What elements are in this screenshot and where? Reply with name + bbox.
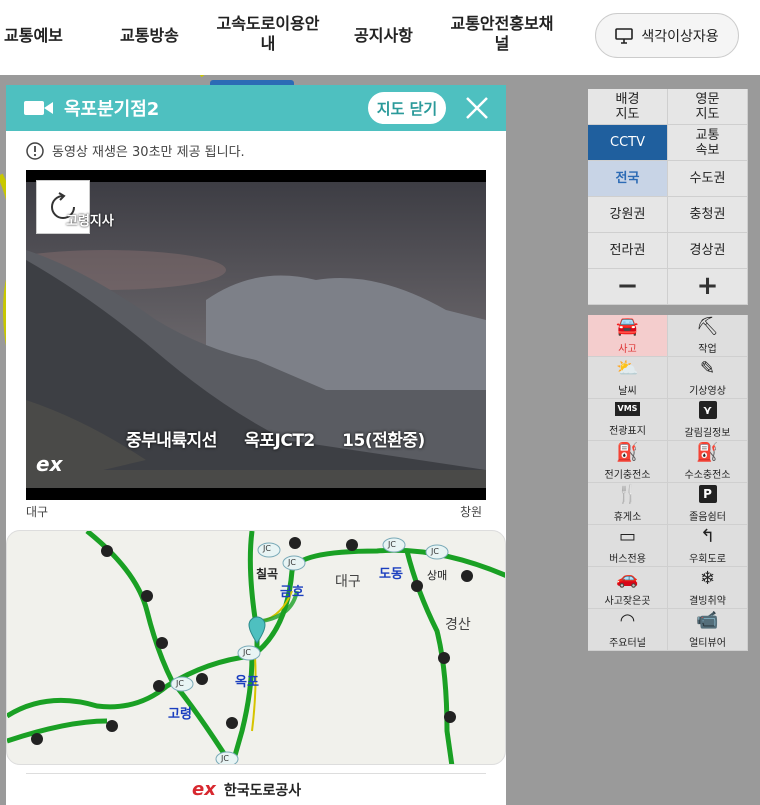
layer-traffic-news[interactable]: 교통 속보 [668, 125, 748, 161]
monitor-icon [615, 27, 634, 44]
layer-bus-lane[interactable]: ▭ 버스전용 [588, 525, 668, 567]
hydrogen-icon: ⛽ [696, 442, 719, 463]
popup-footer: ex 한국도로공사 [192, 779, 301, 800]
nav-traffic-broadcast[interactable]: 교통방송 [120, 26, 179, 46]
region-national[interactable]: 전국 [588, 161, 668, 197]
map-label-geumho: 금호 [280, 585, 304, 600]
jc-label: JC [263, 544, 271, 553]
map-label-dodong: 도동 [379, 567, 403, 582]
layer-toggle-grid: 배경 지도 영문 지도 CCTV 교통 속보 전국 수도권 강원권 충청권 전라… [588, 89, 748, 305]
mini-map[interactable]: JC JC JC JC JC JC JC 칠곡 금호 대구 도동 상매 경산 옥… [6, 530, 506, 765]
map-label-goryeong: 고령 [168, 707, 192, 722]
footer-divider [26, 773, 486, 774]
map-label-sangmae: 상매 [427, 569, 448, 582]
ice-icon: ❄ [699, 568, 716, 589]
layer-cctv[interactable]: CCTV [588, 125, 668, 161]
zoom-out-button[interactable]: − [588, 269, 668, 305]
nav-notices[interactable]: 공지사항 [354, 26, 413, 46]
layer-ice[interactable]: ❄ 결빙취약 [668, 567, 748, 609]
info-icon [26, 141, 44, 160]
colorblind-mode-button[interactable]: 색각이상자용 [595, 13, 739, 58]
layer-junction[interactable]: ⋎ 갈림길정보 [668, 399, 748, 441]
colorblind-mode-label: 색각이상자용 [641, 28, 719, 45]
cctv-popup: 옥포분기점2 지도 닫기 동영상 재생은 30초만 제공 됩니다. 고령지사 중… [6, 85, 506, 805]
nav-traffic-forecast[interactable]: 교통예보 [4, 26, 63, 46]
direction-right: 창원 [460, 505, 483, 519]
jc-label: JC [221, 754, 229, 763]
weather-icon: ⛅ [616, 358, 639, 379]
region-gyeongsang[interactable]: 경상권 [668, 233, 748, 269]
work-icon: ⛏ [696, 316, 719, 337]
jc-label: JC [176, 679, 184, 688]
jc-label: JC [288, 558, 296, 567]
layer-ev-charger[interactable]: ⛽ 전기충전소 [588, 441, 668, 483]
layer-hydrogen[interactable]: ⛽ 수소충전소 [668, 441, 748, 483]
nav-safety-channel[interactable]: 교통안전홍보채널 [446, 14, 558, 54]
camera-logo: ex [36, 452, 63, 476]
region-jeolla[interactable]: 전라권 [588, 233, 668, 269]
popup-header: 옥포분기점2 지도 닫기 [6, 85, 506, 131]
close-map-button[interactable]: 지도 닫기 [368, 92, 446, 124]
jc-label: JC [431, 547, 439, 556]
map-label-gyeongsan: 경산 [445, 617, 471, 633]
camera-overlay-top: 고령지사 [66, 214, 114, 229]
close-icon[interactable] [462, 93, 492, 123]
region-capital[interactable]: 수도권 [668, 161, 748, 197]
ev-charger-icon: ⛽ [616, 442, 639, 463]
camera-caption: 중부내륙지선 옥포JCT2 15(전환중) [126, 431, 425, 451]
layer-weather-video[interactable]: ✎ 기상영상 [668, 357, 748, 399]
jc-label: JC [388, 540, 396, 549]
weather-video-icon: ✎ [699, 358, 716, 379]
detour-icon: ↰ [699, 526, 716, 547]
direction-left: 대구 [26, 505, 49, 519]
layer-english-map[interactable]: 영문 지도 [668, 89, 748, 125]
video-camera-icon [24, 101, 53, 115]
layer-cctv-viewer[interactable]: 📹 얼티뷰어 [668, 609, 748, 651]
layer-tunnel[interactable]: ◠ 주요터널 [588, 609, 668, 651]
region-gangwon[interactable]: 강원권 [588, 197, 668, 233]
layer-work[interactable]: ⛏ 작업 [668, 315, 748, 357]
accident-icon: 🚘 [616, 316, 639, 337]
layer-accident[interactable]: 🚘 사고 [588, 315, 668, 357]
cctv-viewer-icon: 📹 [696, 610, 719, 631]
layer-rest-area[interactable]: 🍴 휴게소 [588, 483, 668, 525]
footer-org-name: 한국도로공사 [223, 782, 302, 799]
region-chungcheong[interactable]: 충청권 [668, 197, 748, 233]
map-label-okpo: 옥포 [235, 675, 259, 690]
playback-notice: 동영상 재생은 30초만 제공 됩니다. [26, 141, 245, 160]
bus-icon: ▭ [618, 526, 636, 547]
layer-vms[interactable]: VMS 전광표지 [588, 399, 668, 441]
zoom-in-button[interactable]: + [668, 269, 748, 305]
layer-base-map[interactable]: 배경 지도 [588, 89, 668, 125]
map-label-chilgok: 칠곡 [256, 567, 279, 581]
jc-label: JC [243, 648, 251, 657]
layer-detour[interactable]: ↰ 우회도로 [668, 525, 748, 567]
accident-prone-icon: 🚗 [616, 568, 639, 589]
map-icon-grid: 🚘 사고 ⛏ 작업 ⛅ 날씨 ✎ 기상영상 VMS 전광표지 ⋎ 갈림길정보 ⛽… [588, 315, 748, 651]
rest-area-icon: 🍴 [616, 484, 639, 505]
map-label-daegu: 대구 [335, 574, 361, 590]
vms-icon: VMS [614, 402, 641, 416]
ex-logo-icon: ex [192, 779, 216, 800]
layer-drowsy-shelter[interactable]: P 졸음쉼터 [668, 483, 748, 525]
layer-panel: 배경 지도 영문 지도 CCTV 교통 속보 전국 수도권 강원권 충청권 전라… [588, 89, 748, 651]
top-navigation: 교통예보 교통방송 고속도로이용안내 공지사항 교통안전홍보채널 색각이상자용 [0, 0, 760, 75]
junction-icon: ⋎ [698, 400, 717, 419]
cctv-video[interactable]: 고령지사 중부내륙지선 옥포JCT2 15(전환중) ex [26, 170, 486, 500]
popup-title: 옥포분기점2 [64, 99, 160, 120]
layer-accident-prone[interactable]: 🚗 사고잦은곳 [588, 567, 668, 609]
nav-highway-guide[interactable]: 고속도로이용안내 [212, 14, 324, 54]
layer-weather[interactable]: ⛅ 날씨 [588, 357, 668, 399]
playback-notice-text: 동영상 재생은 30초만 제공 됩니다. [52, 145, 245, 160]
parking-icon: P [698, 484, 717, 503]
tunnel-icon: ◠ [619, 610, 636, 631]
